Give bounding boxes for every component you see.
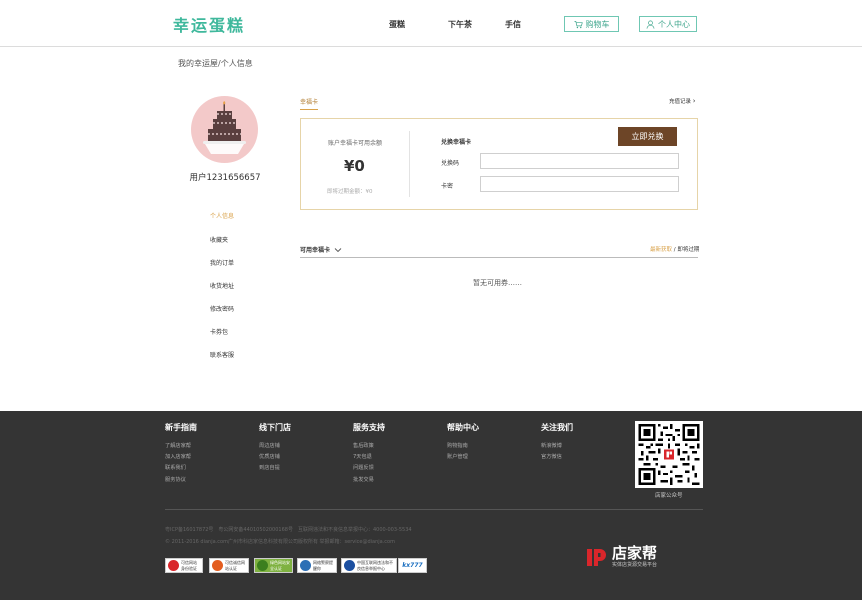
cart-icon (573, 20, 583, 28)
qr-code-icon (638, 424, 700, 485)
license-info: 粤ICP备16017872号 粤公网安备44010502000168号 互联网违… (165, 527, 412, 533)
footer-link[interactable]: 账户管理 (447, 453, 468, 460)
cart-button[interactable]: 购物车 (564, 16, 619, 32)
recharge-record-link[interactable]: 充值记录 › (669, 97, 696, 105)
footer-link[interactable]: 购物指南 (447, 442, 468, 449)
brand-tagline: 实体店货源交易平台 (612, 562, 658, 568)
breadcrumb: 我的幸运屋/个人信息 (178, 59, 253, 68)
sort-filter: 最新获取 / 即将过期 (650, 245, 699, 253)
footer-brand: 店家帮 实体店货源交易平台 (585, 545, 657, 569)
sidebar-item-change-password[interactable]: 修改密码 (210, 304, 234, 313)
footer-link[interactable]: 7天包退 (353, 453, 372, 460)
footer-divider (165, 509, 703, 510)
trust-badge-label: 网络警察提醒你 (313, 559, 333, 571)
footer-col-title-guide: 新手指南 (165, 423, 197, 432)
footer-link[interactable]: 服务协议 (165, 476, 186, 483)
user-center-button[interactable]: 个人中心 (639, 16, 697, 32)
trust-badge[interactable]: 绿色网站安全认证 (254, 558, 293, 573)
username: 用户1231656657 (189, 173, 261, 183)
brand-name: 店家帮 (612, 544, 658, 562)
avatar (191, 96, 258, 163)
nav-item-cake[interactable]: 蛋糕 (389, 19, 405, 30)
footer-link[interactable]: 官方微信 (541, 453, 562, 460)
exchange-code-input[interactable] (480, 153, 679, 169)
expiring-amount: 即将过期金额：¥0 (327, 189, 373, 195)
nav-item-gifts[interactable]: 手信 (505, 19, 521, 30)
sidebar-item-coupons[interactable]: 卡券包 (210, 327, 228, 336)
qr-caption: 店家公众号 (655, 493, 683, 499)
police-icon (300, 560, 311, 571)
sidebar-item-profile[interactable]: 个人信息 (210, 211, 234, 220)
dianjiabang-logo-icon (587, 549, 606, 566)
cake-avatar-icon (203, 101, 246, 154)
cart-label: 购物车 (585, 19, 610, 29)
footer-link[interactable]: 联系我们 (165, 464, 186, 471)
balance-value: ¥0 (344, 157, 365, 175)
trust-badge-icon (168, 560, 179, 571)
footer-col-title-support: 服务支持 (353, 423, 385, 432)
trust-badge-label: 可信网站身份验证 (181, 559, 197, 571)
sort-newest-link[interactable]: 最新获取 (650, 247, 672, 253)
sort-expiring-link[interactable]: 即将过期 (677, 247, 699, 253)
copyright-info: © 2011-2016 dianja.com广州市科店家信息科技有限公司版权所有… (165, 539, 395, 545)
footer-link[interactable]: 问题反馈 (353, 464, 374, 471)
footer-link[interactable]: 售后政策 (353, 442, 374, 449)
sidebar-item-orders[interactable]: 我的订单 (210, 258, 234, 267)
trust-badge-label: 中国互联网违法和不良信息举报中心 (357, 559, 393, 571)
trust-badge[interactable]: 可信诚信网站认证 (209, 558, 249, 573)
code-label: 兑换码 (441, 160, 460, 167)
chevron-right-icon: › (692, 97, 696, 105)
footer-col-title-follow: 关注我们 (541, 423, 573, 432)
sidebar-item-contact-service[interactable]: 联系客服 (210, 350, 234, 359)
trust-badge-label: kx777 (402, 562, 423, 569)
available-cards-title: 可用幸福卡 (300, 247, 331, 254)
sidebar-item-favorites[interactable]: 收藏夹 (210, 235, 228, 244)
footer-link[interactable]: 批发交易 (353, 476, 374, 483)
panel-divider (409, 131, 410, 197)
site-logo[interactable]: 幸运蛋糕 (173, 12, 245, 36)
trust-badge[interactable]: 可信网站身份验证 (165, 558, 203, 573)
qr-code (635, 421, 703, 488)
exchange-title: 兑换幸福卡 (441, 139, 472, 146)
empty-state-text: 暂无可用券…… (473, 279, 522, 287)
trust-badge[interactable]: kx777 (398, 558, 427, 573)
tab-lucky-card[interactable]: 幸福卡 (300, 97, 319, 110)
report-center-icon (344, 560, 355, 571)
trust-badge-label: 可信诚信网站认证 (225, 559, 245, 571)
user-icon (646, 20, 655, 29)
footer-link[interactable]: 了解店家帮 (165, 442, 191, 449)
balance-label: 账户幸福卡可用余额 (328, 140, 383, 147)
exchange-button[interactable]: 立即兑换 (618, 127, 677, 146)
trust-badge[interactable]: 网络警察提醒你 (297, 558, 337, 573)
nav-item-afternoon-tea[interactable]: 下午茶 (448, 19, 472, 30)
available-cards-dropdown[interactable]: 可用幸福卡 (300, 245, 342, 254)
site-footer (0, 411, 862, 600)
trust-badge-icon (212, 560, 223, 571)
footer-link[interactable]: 周边店铺 (259, 442, 280, 449)
trust-badge-icon (257, 560, 268, 571)
card-password-input[interactable] (480, 176, 679, 192)
trust-badge-label: 绿色网站安全认证 (270, 559, 290, 571)
user-center-label: 个人中心 (658, 19, 690, 29)
footer-link[interactable]: 到店自提 (259, 464, 280, 471)
trust-badge[interactable]: 中国互联网违法和不良信息举报中心 (341, 558, 397, 573)
footer-link[interactable]: 加入店家帮 (165, 453, 191, 460)
footer-link[interactable]: 优质店铺 (259, 453, 280, 460)
footer-col-title-help: 帮助中心 (447, 423, 479, 432)
chevron-down-icon (334, 247, 342, 252)
site-header: 幸运蛋糕 蛋糕 下午茶 手信 购物车 个人中心 (0, 0, 862, 47)
available-divider (300, 257, 698, 258)
recharge-record-label: 充值记录 (669, 99, 692, 105)
card-password-label: 卡密 (441, 183, 454, 190)
sidebar-item-addresses[interactable]: 收货地址 (210, 281, 234, 290)
footer-col-title-stores: 线下门店 (259, 423, 291, 432)
footer-link[interactable]: 新浪微博 (541, 442, 562, 449)
